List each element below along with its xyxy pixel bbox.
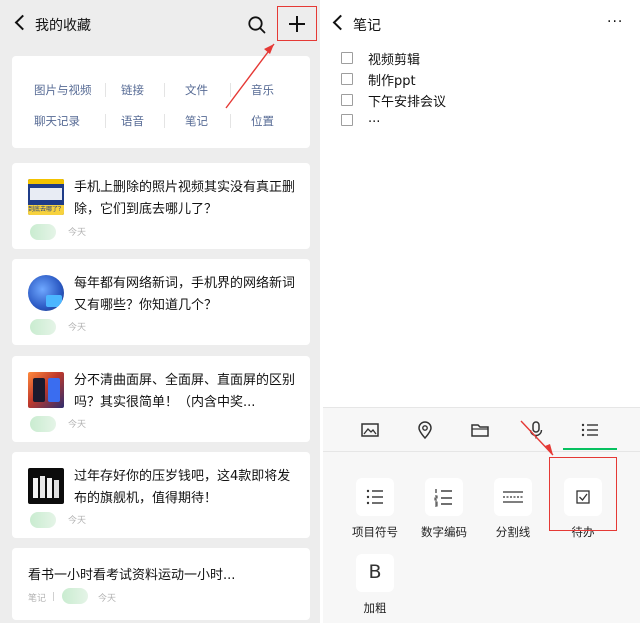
divider — [53, 592, 54, 601]
numbered-list-icon — [434, 489, 452, 507]
todo-text[interactable]: 制作ppt — [368, 70, 416, 89]
article-thumbnail — [28, 468, 64, 504]
todo-item: ... — [341, 110, 621, 130]
todo-text[interactable]: ... — [368, 111, 380, 126]
todo-item: 制作ppt — [341, 69, 621, 89]
source-avatar — [30, 512, 56, 528]
todo-highlight-box — [549, 457, 617, 531]
item-time: 今天 — [68, 228, 87, 238]
source-avatar — [30, 224, 56, 240]
category-links[interactable]: 链接 — [121, 82, 144, 98]
category-notes[interactable]: 笔记 — [185, 113, 208, 129]
todo-checkbox[interactable] — [341, 73, 353, 85]
todo-item: 下午安排会议 — [341, 90, 621, 110]
item-time: 今天 — [68, 516, 87, 526]
item-time: 今天 — [68, 323, 87, 333]
article-thumbnail: 到底去哪了？ — [28, 179, 64, 215]
item-time: 今天 — [68, 420, 87, 430]
active-tab-indicator — [563, 448, 617, 450]
divider — [164, 114, 165, 128]
list-item[interactable]: 过年存好你的压岁钱吧，这4款即将发布的旗舰机，值得期待！ 今天 — [12, 452, 310, 538]
divider — [230, 83, 231, 97]
category-voice[interactable]: 语音 — [121, 113, 144, 129]
add-button[interactable] — [277, 6, 317, 41]
divider-line-button[interactable]: 分割线 — [480, 464, 548, 544]
article-thumbnail — [28, 275, 64, 311]
bullet-list-icon — [366, 489, 383, 505]
category-filter: 图片与视频 链接 文件 音乐 聊天记录 语音 笔记 位置 — [12, 56, 310, 148]
search-icon[interactable] — [247, 15, 267, 35]
source-avatar — [62, 588, 88, 604]
item-title: 手机上删除的照片视频其实没有真正删除，它们到底去哪儿了？ — [74, 180, 296, 217]
todo-checkbox[interactable] — [341, 94, 353, 106]
divider — [164, 83, 165, 97]
list-item[interactable]: 看书一小时看考试资料运动一小时... 笔记 今天 — [12, 548, 310, 620]
item-title: 过年存好你的压岁钱吧，这4款即将发布的旗舰机，值得期待！ — [74, 469, 291, 506]
bold-icon: B — [368, 561, 382, 583]
divider — [105, 83, 106, 97]
item-type: 笔记 — [28, 594, 47, 604]
category-files[interactable]: 文件 — [185, 82, 208, 98]
microphone-icon[interactable] — [526, 420, 546, 440]
note-editor-pane: 笔记 ··· 视频剪辑 制作ppt 下午安排会议 ... 项目符号 数字编码 分… — [323, 0, 640, 623]
category-photos-videos[interactable]: 图片与视频 — [34, 82, 92, 98]
todo-checkbox[interactable] — [341, 114, 353, 126]
numbered-list-button[interactable]: 数字编码 — [411, 464, 479, 544]
bullet-list-button[interactable]: 项目符号 — [342, 464, 410, 544]
list-format-icon[interactable] — [580, 420, 600, 440]
item-time: 今天 — [98, 594, 117, 604]
divider — [105, 114, 106, 128]
bold-button[interactable]: B 加粗 — [342, 540, 410, 620]
page-title: 我的收藏 — [35, 18, 91, 34]
list-item[interactable]: 分不清曲面屏、全面屏、直面屏的区别吗？其实很简单！（内含中奖... 今天 — [12, 356, 310, 442]
category-chat-history[interactable]: 聊天记录 — [34, 113, 80, 129]
favorites-pane: 我的收藏 图片与视频 链接 文件 音乐 聊天记录 语音 笔记 位置 到底去哪了？… — [0, 0, 320, 623]
todo-item: 视频剪辑 — [341, 48, 621, 68]
back-arrow-icon[interactable] — [14, 14, 31, 31]
folder-icon[interactable] — [470, 420, 490, 440]
item-title: 分不清曲面屏、全面屏、直面屏的区别吗？其实很简单！（内含中奖... — [74, 373, 296, 410]
back-arrow-icon[interactable] — [332, 14, 349, 31]
item-title: 看书一小时看考试资料运动一小时... — [28, 568, 236, 583]
todo-text[interactable]: 下午安排会议 — [368, 91, 446, 110]
source-avatar — [30, 319, 56, 335]
article-thumbnail — [28, 372, 64, 408]
more-icon[interactable]: ··· — [607, 14, 623, 30]
divider — [230, 114, 231, 128]
todo-text[interactable]: 视频剪辑 — [368, 49, 420, 68]
list-item[interactable]: 每年都有网络新词，手机界的网络新词又有哪些？你知道几个？ 今天 — [12, 259, 310, 345]
item-title: 每年都有网络新词，手机界的网络新词又有哪些？你知道几个？ — [74, 276, 296, 313]
editor-toolbar — [323, 407, 640, 452]
category-music[interactable]: 音乐 — [251, 82, 274, 98]
source-avatar — [30, 416, 56, 432]
location-icon[interactable] — [415, 420, 435, 440]
todo-checkbox[interactable] — [341, 52, 353, 64]
category-location[interactable]: 位置 — [251, 113, 274, 129]
favorites-header: 我的收藏 — [0, 0, 320, 50]
image-icon[interactable] — [360, 420, 380, 440]
page-title: 笔记 — [353, 18, 381, 34]
list-item[interactable]: 到底去哪了？ 手机上删除的照片视频其实没有真正删除，它们到底去哪儿了？ 今天 — [12, 163, 310, 249]
divider-line-icon — [503, 491, 523, 503]
